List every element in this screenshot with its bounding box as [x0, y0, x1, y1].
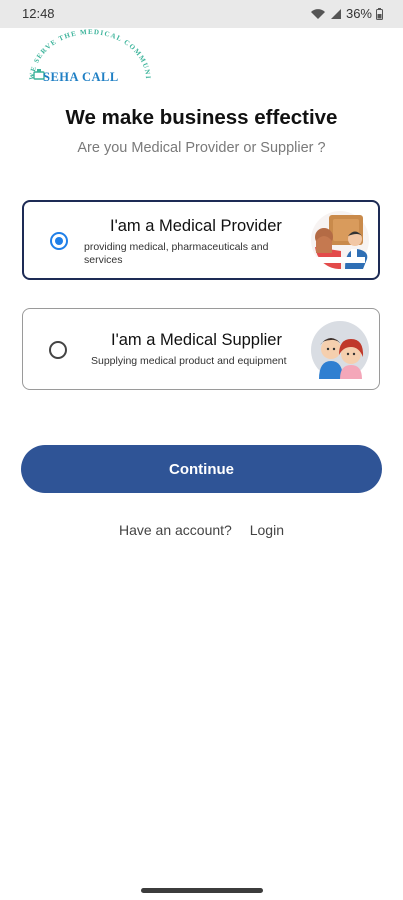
option-description: Supplying medical product and equipment: [91, 355, 287, 367]
logo-brand-text: SEHA CALL: [43, 70, 119, 84]
supplier-illustration: [311, 321, 369, 379]
have-account-text: Have an account?: [118, 522, 232, 538]
login-link[interactable]: Login: [250, 522, 284, 538]
option-medical-provider[interactable]: I'am a Medical Provider providing medica…: [22, 200, 380, 280]
account-row: Have an account? Login: [0, 522, 403, 538]
signal-icon: [330, 8, 342, 20]
option-title: I'am a Medical Supplier: [111, 331, 282, 349]
status-time: 12:48: [22, 6, 55, 21]
wifi-icon: [310, 8, 326, 20]
radio-selected-icon[interactable]: [50, 232, 68, 250]
option-description: providing medical, pharmaceuticals and s…: [84, 241, 269, 266]
option-title: I'am a Medical Provider: [110, 217, 282, 235]
battery-percentage: 36%: [345, 6, 372, 21]
page-subtitle: Are you Medical Provider or Supplier ?: [77, 140, 326, 156]
continue-button[interactable]: Continue: [21, 445, 382, 493]
page-title: We make business effective: [65, 106, 338, 129]
option-medical-supplier[interactable]: I'am a Medical Supplier Supplying medica…: [22, 308, 380, 390]
status-icons: 36%: [310, 6, 383, 21]
radio-unselected-icon[interactable]: [49, 341, 67, 359]
provider-illustration: [311, 211, 369, 269]
battery-icon: [376, 7, 383, 20]
app-logo: WE SERVE THE MEDICAL COMMUNITY SEHA CALL: [26, 24, 152, 88]
navigation-handle[interactable]: [141, 888, 263, 893]
